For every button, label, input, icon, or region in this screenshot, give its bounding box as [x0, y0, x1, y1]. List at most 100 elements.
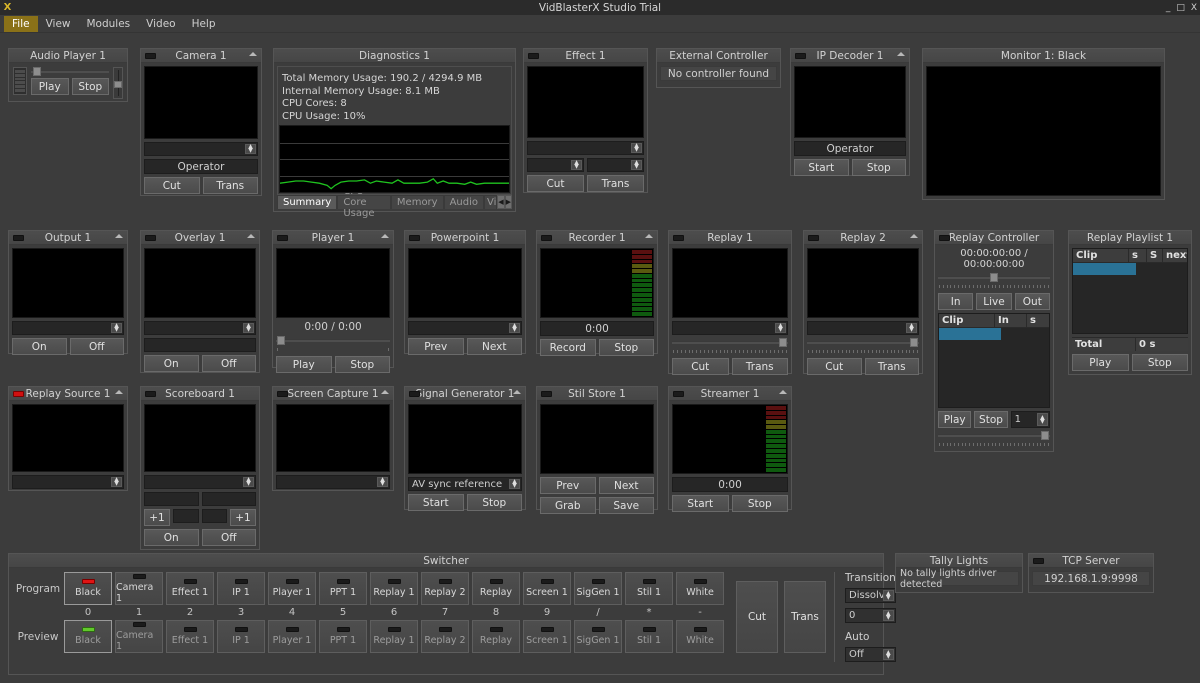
- preview-source-player-1[interactable]: Player 1: [268, 620, 316, 653]
- spinner-icon[interactable]: ▲ ▼: [111, 323, 122, 333]
- spinner-icon[interactable]: ▲ ▼: [111, 477, 122, 487]
- signal-generator-preview[interactable]: [408, 404, 522, 474]
- replay-out-button[interactable]: Out: [1014, 293, 1050, 310]
- scoreboard-plus-b-button[interactable]: +1: [230, 509, 256, 526]
- audio-stop-button[interactable]: Stop: [71, 78, 109, 95]
- camera-preview[interactable]: [144, 66, 258, 139]
- chevron-up-icon[interactable]: [247, 234, 255, 238]
- tab-cpu-core-usage[interactable]: CPU Core Usage: [337, 186, 391, 219]
- camera-cut-button[interactable]: Cut: [144, 177, 200, 194]
- spinner-icon[interactable]: ▲ ▼: [631, 143, 642, 153]
- replay-position-slider[interactable]: [938, 273, 1050, 282]
- effect-param-b-combo[interactable]: ▲ ▼: [587, 158, 644, 172]
- replay-live-button[interactable]: Live: [976, 293, 1012, 310]
- replay-in-button[interactable]: In: [938, 293, 974, 310]
- auto-combo[interactable]: Off ▲ ▼: [845, 647, 896, 662]
- scoreboard-score-a-field[interactable]: [173, 509, 199, 523]
- menu-item-help[interactable]: Help: [184, 16, 224, 32]
- powerpoint-preview[interactable]: [408, 248, 522, 318]
- replay-1-source-combo[interactable]: ▲ ▼: [672, 321, 788, 335]
- ip-decoder-stop-button[interactable]: Stop: [851, 159, 906, 176]
- tab-memory[interactable]: Memory: [390, 195, 444, 209]
- maximize-icon[interactable]: □: [1176, 3, 1185, 13]
- replay-playlist-table[interactable]: Clip s S next: [1072, 248, 1188, 334]
- chevron-up-icon[interactable]: [779, 390, 787, 394]
- still-store-prev-button[interactable]: Prev: [540, 477, 596, 494]
- ip-decoder-start-button[interactable]: Start: [794, 159, 849, 176]
- still-store-next-button[interactable]: Next: [598, 477, 654, 494]
- spinner-icon[interactable]: ▲ ▼: [243, 477, 254, 487]
- overlay-preview[interactable]: [144, 248, 256, 318]
- camera-operator-field[interactable]: Operator: [144, 159, 258, 174]
- program-source-player-1[interactable]: Player 1: [268, 572, 316, 605]
- spinner-icon[interactable]: ▲ ▼: [509, 479, 520, 489]
- player-scrub-slider[interactable]: [276, 336, 390, 345]
- scoreboard-preview[interactable]: [144, 404, 256, 472]
- streamer-start-button[interactable]: Start: [672, 495, 729, 512]
- spinner-icon[interactable]: ▲ ▼: [1036, 413, 1048, 426]
- preview-source-black[interactable]: Black: [64, 620, 112, 653]
- recorder-record-button[interactable]: Record: [540, 339, 596, 356]
- effect-trans-button[interactable]: Trans: [587, 175, 644, 192]
- powerpoint-next-button[interactable]: Next: [466, 338, 522, 355]
- preview-source-replay[interactable]: Replay: [472, 620, 520, 653]
- recorder-preview[interactable]: [540, 248, 654, 318]
- preview-source-screen-1[interactable]: Screen 1: [523, 620, 571, 653]
- output-off-button[interactable]: Off: [69, 338, 124, 355]
- table-row[interactable]: [1073, 263, 1136, 275]
- chevron-up-icon[interactable]: [249, 52, 257, 56]
- replay-source-combo[interactable]: ▲ ▼: [12, 475, 124, 489]
- replay-2-preview[interactable]: [807, 248, 919, 318]
- effect-param-a-combo[interactable]: ▲ ▼: [527, 158, 584, 172]
- playlist-play-button[interactable]: Play: [1072, 354, 1129, 371]
- preview-source-ppt-1[interactable]: PPT 1: [319, 620, 367, 653]
- close-icon[interactable]: X: [1191, 3, 1197, 13]
- scoreboard-team-a-field[interactable]: [144, 492, 199, 506]
- replay-2-speed-slider[interactable]: [807, 338, 919, 347]
- recorder-stop-button[interactable]: Stop: [598, 339, 654, 356]
- audio-volume-fader[interactable]: [113, 67, 123, 99]
- streamer-preview[interactable]: [672, 404, 788, 474]
- scoreboard-on-button[interactable]: On: [144, 529, 199, 546]
- spinner-icon[interactable]: ▲ ▼: [243, 323, 254, 333]
- replay-2-source-combo[interactable]: ▲ ▼: [807, 321, 919, 335]
- scoreboard-source-combo[interactable]: ▲ ▼: [144, 475, 256, 489]
- still-store-preview[interactable]: [540, 404, 654, 474]
- program-source-ip-1[interactable]: IP 1: [217, 572, 265, 605]
- screen-capture-source-combo[interactable]: ▲ ▼: [276, 475, 390, 489]
- streamer-stop-button[interactable]: Stop: [731, 495, 788, 512]
- table-row[interactable]: [939, 328, 1001, 340]
- screen-capture-preview[interactable]: [276, 404, 390, 472]
- switcher-trans-button[interactable]: Trans: [784, 581, 826, 653]
- preview-source-camera-1[interactable]: Camera 1: [115, 620, 163, 653]
- effect-preview[interactable]: [527, 66, 644, 138]
- preview-source-ip-1[interactable]: IP 1: [217, 620, 265, 653]
- program-source-black[interactable]: Black: [64, 572, 112, 605]
- program-source-effect-1[interactable]: Effect 1: [166, 572, 214, 605]
- output-on-button[interactable]: On: [12, 338, 67, 355]
- menu-item-view[interactable]: View: [38, 16, 79, 32]
- preview-source-replay-2[interactable]: Replay 2: [421, 620, 469, 653]
- preview-source-white[interactable]: White: [676, 620, 724, 653]
- replay-jog-slider[interactable]: [938, 431, 1050, 440]
- tab-audio[interactable]: Audio: [443, 195, 485, 209]
- program-source-stil-1[interactable]: Stil 1: [625, 572, 673, 605]
- powerpoint-source-combo[interactable]: ▲ ▼: [408, 321, 522, 335]
- chevron-up-icon[interactable]: [645, 234, 653, 238]
- audio-position-slider[interactable]: [31, 67, 109, 76]
- spinner-icon[interactable]: ▲ ▼: [571, 160, 582, 170]
- menu-item-file[interactable]: File: [4, 15, 38, 32]
- menu-item-modules[interactable]: Modules: [79, 16, 139, 32]
- preview-source-effect-1[interactable]: Effect 1: [166, 620, 214, 653]
- powerpoint-prev-button[interactable]: Prev: [408, 338, 464, 355]
- effect-source-combo[interactable]: ▲ ▼: [527, 141, 644, 155]
- tab-scroll-left-icon[interactable]: ◀: [497, 195, 505, 209]
- program-source-ppt-1[interactable]: PPT 1: [319, 572, 367, 605]
- still-store-grab-button[interactable]: Grab: [540, 497, 596, 514]
- camera-trans-button[interactable]: Trans: [202, 177, 258, 194]
- replay-ctrl-stop-button[interactable]: Stop: [974, 411, 1008, 428]
- spinner-icon[interactable]: ▲ ▼: [245, 144, 256, 154]
- tab-video[interactable]: Vid: [484, 195, 498, 209]
- tab-scroll-right-icon[interactable]: ▶: [504, 195, 512, 209]
- chevron-up-icon[interactable]: [910, 234, 918, 238]
